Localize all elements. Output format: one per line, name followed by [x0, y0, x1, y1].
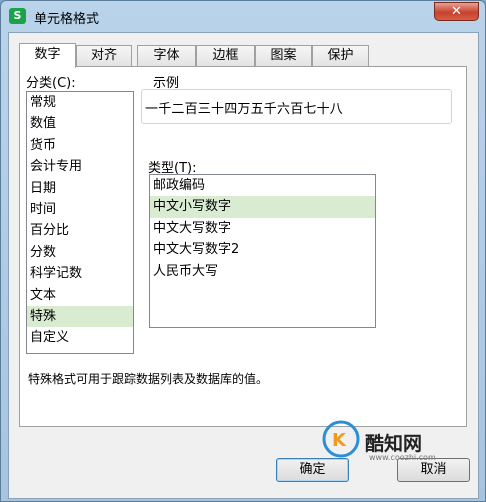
format-description: 特殊格式可用于跟踪数据列表及数据库的值。 [28, 372, 269, 386]
category-label: 分类(C): [26, 76, 76, 91]
sample-box: 一千二百三十四万五千六百七十八 [141, 89, 452, 124]
type-item[interactable]: 中文大写数字 [150, 218, 375, 239]
category-item[interactable]: 常规 [27, 92, 133, 113]
tab-border[interactable]: 边框 [196, 45, 255, 66]
category-item[interactable]: 货币 [27, 135, 133, 156]
category-item[interactable]: 文本 [27, 285, 133, 306]
category-item[interactable]: 数值 [27, 113, 133, 134]
category-item[interactable]: 分数 [27, 242, 133, 263]
window-title: 单元格格式 [34, 12, 100, 27]
category-item-selected[interactable]: 特殊 [27, 305, 133, 328]
category-item[interactable]: 会计专用 [27, 156, 133, 177]
type-item[interactable]: 中文大写数字2 [150, 239, 375, 260]
type-item[interactable]: 邮政编码 [150, 175, 375, 196]
watermark: K 酷知网 www.coozhi.com [315, 393, 465, 463]
category-item[interactable]: 科学记数 [27, 263, 133, 284]
close-button[interactable]: ✕ [434, 2, 479, 21]
type-list[interactable]: 邮政编码 中文小写数字 中文大写数字 中文大写数字2 人民币大写 [149, 174, 376, 328]
category-item[interactable]: 百分比 [27, 220, 133, 241]
category-list[interactable]: 常规 数值 货币 会计专用 日期 时间 百分比 分数 科学记数 文本 特殊 自定… [26, 91, 134, 354]
type-item-selected[interactable]: 中文小写数字 [150, 196, 375, 218]
tab-alignment[interactable]: 对齐 [76, 45, 132, 66]
watermark-url: www.coozhi.com [369, 453, 436, 462]
category-item[interactable]: 自定义 [27, 327, 133, 348]
tab-pattern[interactable]: 图案 [255, 45, 312, 66]
category-item[interactable]: 日期 [27, 178, 133, 199]
tab-number[interactable]: 数字 [19, 43, 76, 68]
tab-panel-number: 分类(C): 常规 数值 货币 会计专用 日期 时间 百分比 分数 科学记数 文… [19, 66, 467, 427]
tab-font[interactable]: 字体 [137, 45, 196, 66]
dialog-window: S 单元格格式 ✕ 数字 对齐 字体 边框 图案 保护 分类(C): 常规 数值… [0, 0, 486, 502]
sample-value: 一千二百三十四万五千六百七十八 [145, 102, 344, 117]
watermark-logo-icon: K [322, 420, 360, 458]
svg-text:K: K [332, 430, 347, 451]
tab-protection[interactable]: 保护 [312, 45, 369, 66]
type-item[interactable]: 人民币大写 [150, 261, 375, 282]
title-bar[interactable]: S 单元格格式 ✕ [1, 1, 485, 31]
watermark-text: 酷知网 [365, 433, 423, 455]
category-item[interactable]: 时间 [27, 199, 133, 220]
wps-app-icon: S [9, 8, 26, 24]
